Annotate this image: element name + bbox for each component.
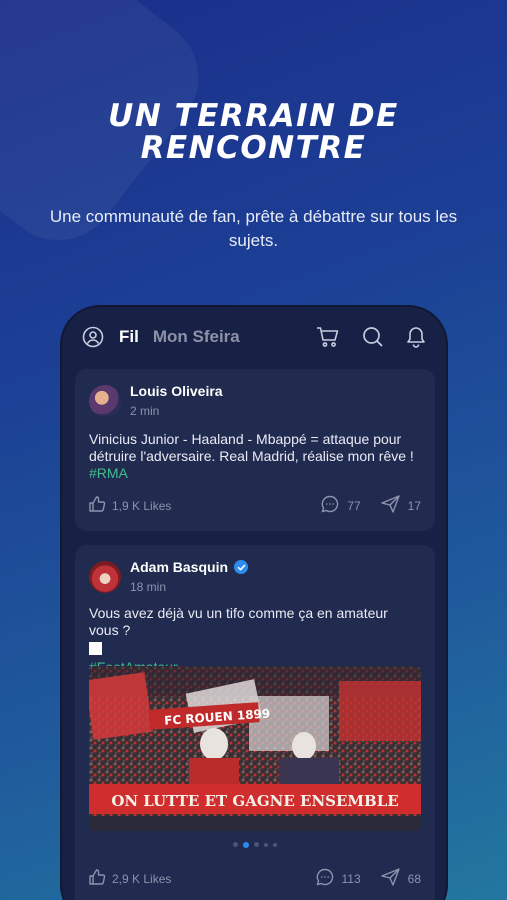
like-button[interactable]: 2,9 K Likes — [89, 869, 171, 888]
carousel-dot[interactable] — [233, 842, 238, 847]
comment-button[interactable]: 113 — [315, 868, 361, 889]
like-count: 2,9 K Likes — [112, 871, 172, 886]
carousel-dot[interactable] — [273, 842, 277, 847]
bell-icon[interactable] — [406, 326, 426, 348]
post-image[interactable]: FC ROUEN 1899 ON LUTTE ET GAGNE ENSEMBLE — [89, 666, 421, 831]
comment-icon — [321, 495, 339, 516]
hero-title-line1: UN TERRAIN DE — [108, 98, 399, 134]
hero-title-line2: RENCONTRE — [140, 130, 367, 166]
post-author-row: Adam Basquin 18 min — [89, 559, 249, 594]
carousel-dot[interactable] — [254, 842, 259, 847]
share-button[interactable]: 17 — [380, 495, 421, 516]
share-count: 17 — [407, 498, 421, 513]
comment-count: 77 — [347, 498, 361, 513]
thumbs-up-icon — [89, 496, 106, 515]
post-actions: 2,9 K Likes 113 68 — [89, 868, 421, 889]
profile-icon[interactable] — [82, 326, 104, 348]
post-time: 2 min — [130, 404, 160, 418]
post-card[interactable]: Louis Oliveira 2 min Vinicius Junior - H… — [75, 369, 435, 531]
phone-mockup: Fil Mon Sfeira Louis Oliveira 2 min Vini… — [60, 305, 448, 900]
send-icon — [380, 495, 400, 516]
like-count: 1,9 K Likes — [112, 498, 172, 513]
comment-icon — [315, 868, 334, 889]
avatar[interactable] — [89, 560, 121, 593]
post-hashtag[interactable]: #RMA — [89, 465, 419, 482]
banner-bottom-text: ON LUTTE ET GAGNE ENSEMBLE — [111, 792, 398, 810]
carousel-indicator — [75, 841, 435, 848]
tab-fil[interactable]: Fil — [119, 327, 139, 347]
search-icon[interactable] — [362, 326, 384, 348]
verified-badge-icon — [234, 560, 249, 574]
app-topbar: Fil Mon Sfeira — [62, 307, 446, 367]
send-icon — [380, 868, 400, 889]
share-count: 68 — [407, 871, 421, 886]
author-name[interactable]: Adam Basquin — [130, 559, 249, 575]
post-time: 18 min — [130, 580, 167, 594]
post-text: Vinicius Junior - Haaland - Mbappé = att… — [89, 431, 419, 482]
thumbs-up-icon — [89, 869, 106, 888]
hero-subtitle: Une communauté de fan, prête à débattre … — [49, 207, 458, 250]
comment-count: 113 — [341, 871, 361, 886]
post-body: Vous avez déjà vu un tifo comme ça en am… — [89, 605, 388, 638]
cart-icon[interactable] — [316, 326, 340, 348]
carousel-dot[interactable] — [264, 842, 268, 847]
author-name[interactable]: Louis Oliveira — [130, 383, 223, 399]
post-body: Vinicius Junior - Haaland - Mbappé = att… — [89, 431, 414, 464]
share-button[interactable]: 68 — [380, 868, 421, 889]
comment-button[interactable]: 77 — [321, 495, 361, 516]
tab-mon-sfeira[interactable]: Mon Sfeira — [153, 327, 240, 347]
hero-title: UN TERRAIN DE RENCONTRE — [0, 100, 507, 164]
post-card[interactable]: Adam Basquin 18 min Vous avez déjà vu un… — [75, 545, 435, 900]
post-actions: 1,9 K Likes 77 17 — [89, 495, 421, 516]
carousel-dot-active[interactable] — [243, 841, 249, 848]
avatar[interactable] — [89, 384, 121, 417]
white-square-emoji — [89, 642, 102, 655]
like-button[interactable]: 1,9 K Likes — [89, 496, 171, 515]
post-author-row: Louis Oliveira 2 min — [89, 383, 223, 418]
